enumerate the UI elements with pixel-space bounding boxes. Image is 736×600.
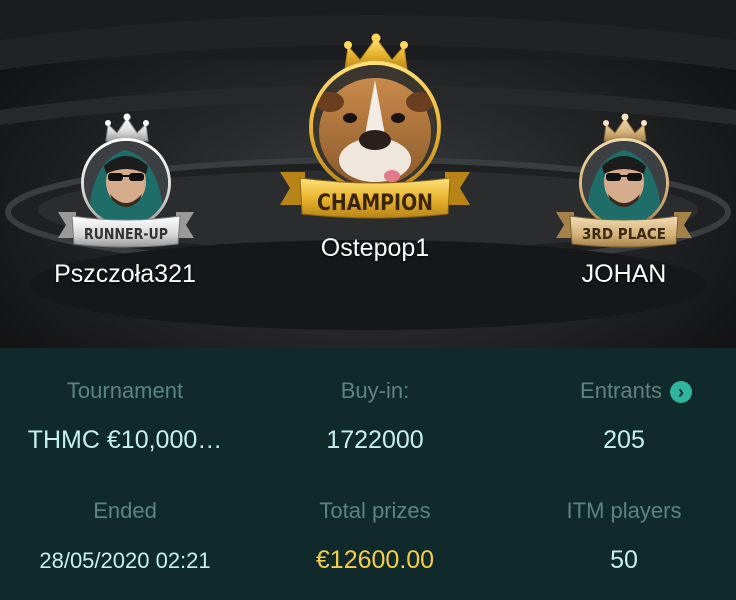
- buy-in-label: Buy-in:: [340, 378, 410, 403]
- arena-background: CHAMPION RUNNER-UP 3RD PLACE: [0, 0, 736, 330]
- podium-panel: CHAMPION RUNNER-UP 3RD PLACE Ostepop1 Ps…: [0, 0, 736, 348]
- third-place-name: JOHAN: [581, 260, 667, 288]
- entrants-value: 205: [603, 426, 645, 454]
- third-place-crown-icon: [603, 113, 647, 142]
- runner-up-crown-icon: [105, 113, 149, 142]
- runner-up-name: Pszczoła321: [54, 260, 196, 288]
- tournament-stats-panel: Tournament Buy-in: Entrants › THMC €10,00…: [0, 348, 736, 600]
- total-prizes-value: €12600.00: [315, 546, 435, 574]
- entrants-button[interactable]: Entrants ›: [580, 378, 692, 404]
- entrants-label: Entrants: [580, 378, 662, 403]
- runner-up-badge: RUNNER-UP: [84, 225, 168, 243]
- itm-players-value: 50: [610, 546, 638, 574]
- ended-label: Ended: [93, 498, 157, 523]
- itm-players-label: ITM players: [566, 498, 682, 523]
- third-place-badge: 3RD PLACE: [582, 225, 666, 243]
- buy-in-value: 1722000: [326, 426, 424, 454]
- champion-name: Ostepop1: [320, 234, 430, 262]
- ended-value: 28/05/2020 02:21: [39, 548, 211, 573]
- chevron-right-circle-icon[interactable]: ›: [669, 381, 692, 404]
- champion-badge: CHAMPION: [317, 191, 433, 216]
- champion-avatar: [309, 61, 441, 193]
- total-prizes-label: Total prizes: [319, 498, 431, 523]
- tournament-label: Tournament: [66, 378, 184, 403]
- tournament-value: THMC €10,000…: [27, 426, 223, 454]
